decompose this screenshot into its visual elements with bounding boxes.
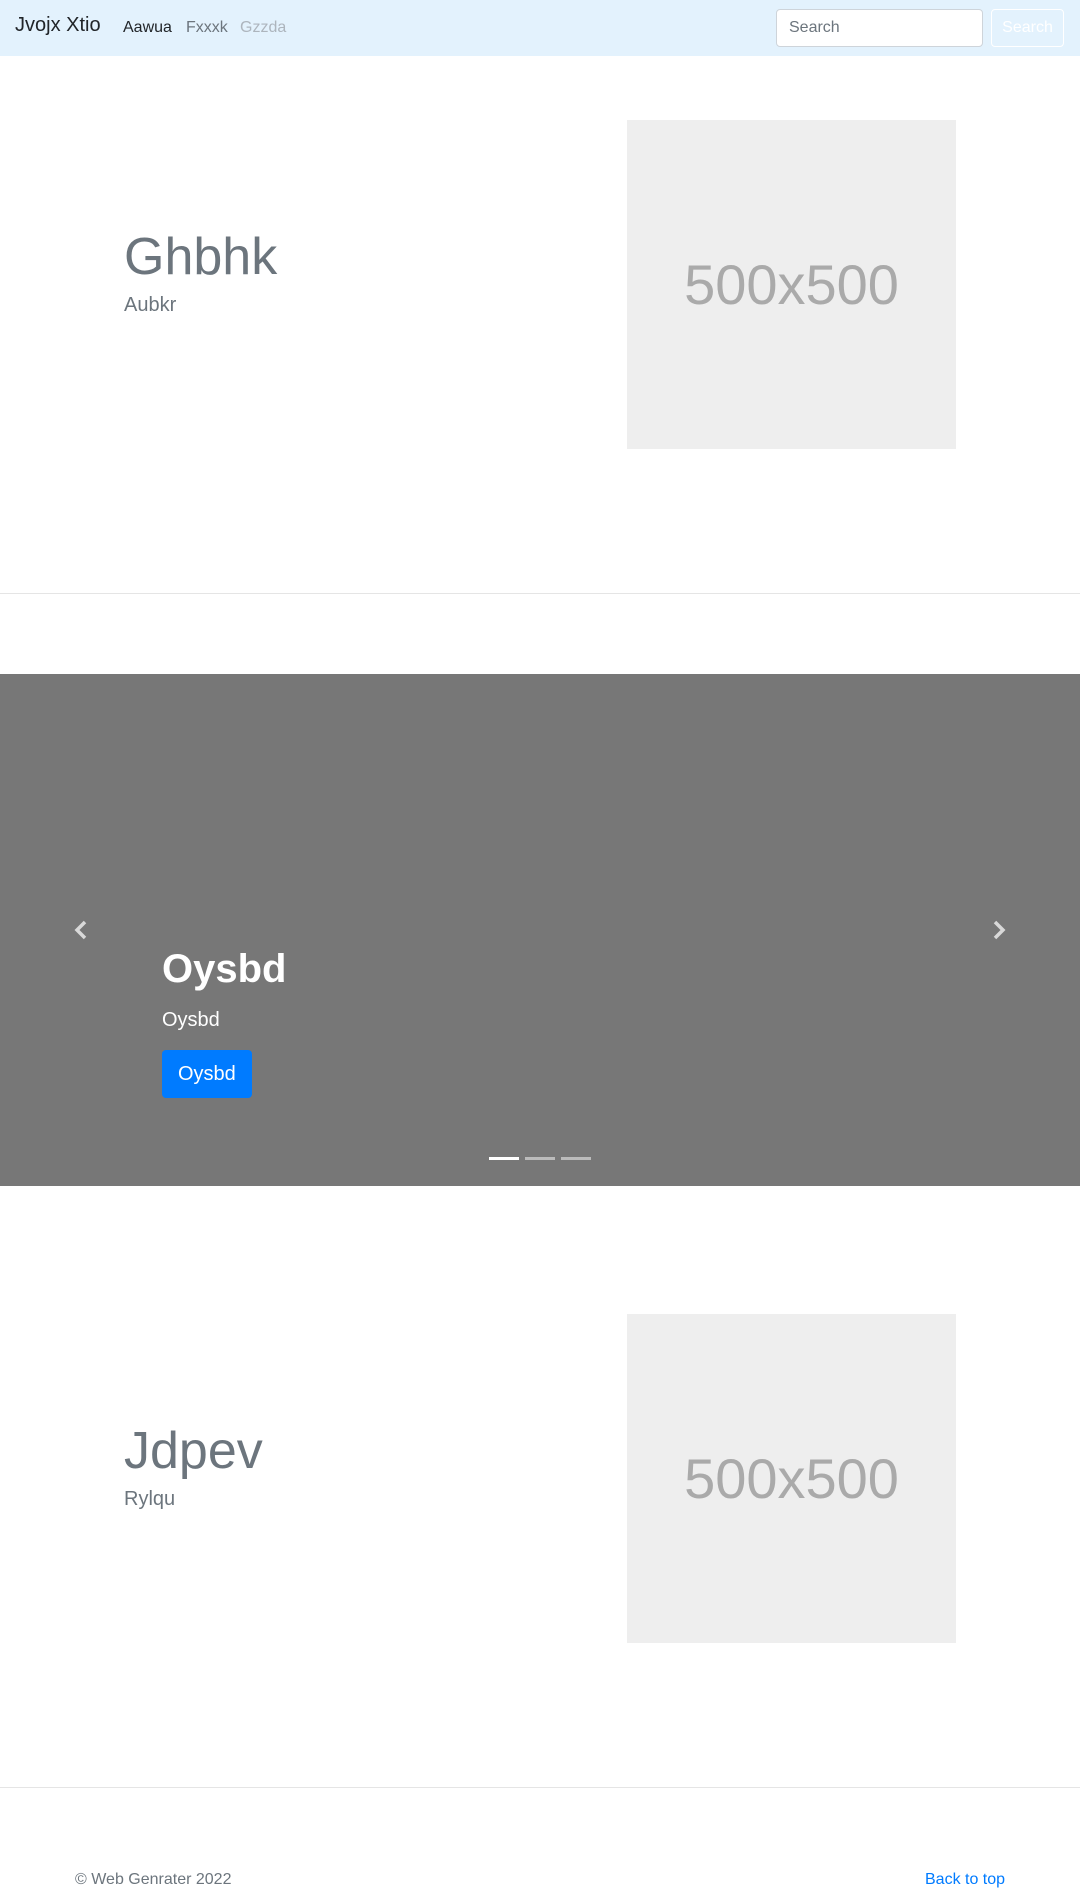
carousel-cta-button[interactable]: Oysbd xyxy=(162,1050,252,1098)
carousel-caption: Oysbd Oysbd Oysbd xyxy=(162,945,286,1098)
carousel-text: Oysbd xyxy=(162,1009,220,1031)
carousel: Oysbd Oysbd Oysbd xyxy=(0,674,1080,1186)
nav-link-gzzda: Gzzda xyxy=(240,19,287,36)
brand-link[interactable]: Jvojx Xtio xyxy=(15,14,101,37)
carousel-indicators xyxy=(489,1157,591,1160)
search-button[interactable]: Search xyxy=(991,9,1064,47)
feature-subheading: Aubkr xyxy=(124,294,177,316)
footer-copyright: © Web Genrater 2022 xyxy=(75,1871,232,1888)
feature-heading: Ghbhk xyxy=(124,228,278,286)
carousel-indicator-1[interactable] xyxy=(489,1157,519,1160)
carousel-indicator-2[interactable] xyxy=(525,1157,555,1160)
carousel-next-button[interactable] xyxy=(918,674,1080,1186)
navbar: Jvojx Xtio Aawua Fxxxk Gzzda Search xyxy=(0,0,1080,56)
feature-heading: Jdpev xyxy=(124,1422,263,1480)
carousel-prev-button[interactable] xyxy=(0,674,162,1186)
nav-link-aawua[interactable]: Aawua xyxy=(123,19,172,37)
placeholder-image: 500x500 xyxy=(627,1314,956,1643)
chevron-left-icon xyxy=(74,920,87,940)
placeholder-image: 500x500 xyxy=(627,120,956,449)
section-divider xyxy=(0,1787,1080,1788)
feature-subheading: Rylqu xyxy=(124,1488,176,1510)
nav-link-fxxxk[interactable]: Fxxxk xyxy=(186,19,228,37)
placeholder-image-label: 500x500 xyxy=(684,1447,899,1510)
section-divider xyxy=(0,593,1080,594)
chevron-right-icon xyxy=(993,920,1006,940)
placeholder-image-label: 500x500 xyxy=(684,253,899,316)
feature-section-2: Jdpev Rylqu 500x500 xyxy=(0,1186,1080,1787)
search-input[interactable] xyxy=(776,9,983,47)
back-to-top-link[interactable]: Back to top xyxy=(925,1871,1005,1889)
carousel-indicator-3[interactable] xyxy=(561,1157,591,1160)
carousel-heading: Oysbd xyxy=(162,947,287,991)
feature-section-1: Ghbhk Aubkr 500x500 xyxy=(0,56,1080,593)
